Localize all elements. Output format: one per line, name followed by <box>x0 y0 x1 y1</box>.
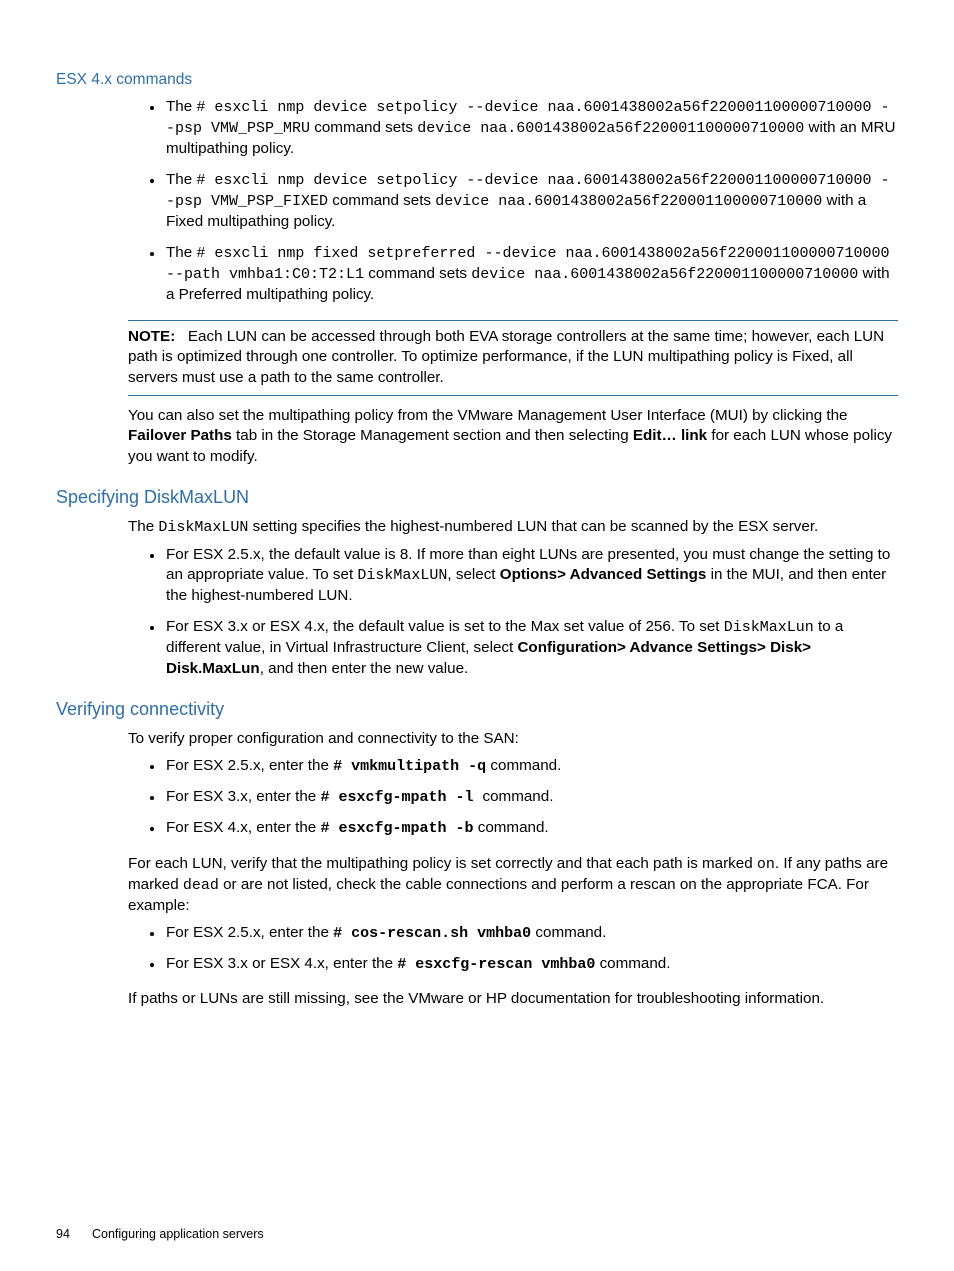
text: or are not listed, check the cable conne… <box>128 876 869 914</box>
section-heading-verifying: Verifying connectivity <box>56 697 898 721</box>
paragraph: You can also set the multipathing policy… <box>128 406 898 468</box>
text: The <box>128 518 158 535</box>
list-item: For ESX 3.x or ESX 4.x, the default valu… <box>164 617 898 679</box>
code: DiskMaxLun <box>724 619 814 636</box>
text: For ESX 3.x, enter the <box>166 788 320 805</box>
paragraph: For each LUN, verify that the multipathi… <box>128 854 898 917</box>
text: setting specifies the highest-numbered L… <box>248 518 818 535</box>
note-body: Each LUN can be accessed through both EV… <box>128 328 884 386</box>
note-label: NOTE: <box>128 328 175 345</box>
text: For ESX 3.x or ESX 4.x, the default valu… <box>166 618 724 635</box>
divider <box>128 320 898 321</box>
text: The <box>166 244 196 261</box>
code: on <box>757 856 775 873</box>
diskmaxlun-list: For ESX 2.5.x, the default value is 8. I… <box>130 545 898 680</box>
text: , and then enter the new value. <box>260 660 469 677</box>
text: command sets <box>310 119 417 136</box>
list-item: The # esxcli nmp device setpolicy --devi… <box>164 97 898 160</box>
note-block: NOTE: Each LUN can be accessed through b… <box>128 327 898 389</box>
section-heading-diskmaxlun: Specifying DiskMaxLUN <box>56 485 898 509</box>
text: command. <box>486 757 561 774</box>
list-item: For ESX 3.x or ESX 4.x, enter the # esxc… <box>164 954 898 975</box>
text: For each LUN, verify that the multipathi… <box>128 855 757 872</box>
text: command. <box>483 788 554 805</box>
text: command sets <box>364 265 471 282</box>
list-item: For ESX 2.5.x, the default value is 8. I… <box>164 545 898 607</box>
verify-command-list-2: For ESX 2.5.x, enter the # cos-rescan.sh… <box>130 923 898 976</box>
text: For ESX 2.5.x, enter the <box>166 924 333 941</box>
text: command. <box>531 924 606 941</box>
list-item: For ESX 3.x, enter the # esxcfg-mpath -l… <box>164 787 898 808</box>
page-footer: 94Configuring application servers <box>56 1226 264 1243</box>
verify-command-list-1: For ESX 2.5.x, enter the # vmkmultipath … <box>130 756 898 840</box>
footer-title: Configuring application servers <box>92 1227 264 1241</box>
text: , select <box>447 566 499 583</box>
text: command. <box>595 955 670 972</box>
paragraph: The DiskMaxLUN setting specifies the hig… <box>128 517 898 538</box>
text: tab in the Storage Management section an… <box>232 427 633 444</box>
list-item: The # esxcli nmp device setpolicy --devi… <box>164 170 898 233</box>
page-number: 94 <box>56 1226 92 1243</box>
code: device naa.6001438002a56f220001100000710… <box>417 120 804 137</box>
code: device naa.6001438002a56f220001100000710… <box>471 266 858 283</box>
subheading-esx4x: ESX 4.x commands <box>56 70 898 91</box>
list-item: The # esxcli nmp fixed setpreferred --de… <box>164 243 898 306</box>
code: DiskMaxLUN <box>357 567 447 584</box>
bold-text: Failover Paths <box>128 427 232 444</box>
text: For ESX 4.x, enter the <box>166 819 320 836</box>
code: # vmkmultipath -q <box>333 758 486 775</box>
code: # esxcfg-mpath -l <box>320 789 482 806</box>
list-item: For ESX 2.5.x, enter the # cos-rescan.sh… <box>164 923 898 944</box>
text: command. <box>474 819 549 836</box>
list-item: For ESX 2.5.x, enter the # vmkmultipath … <box>164 756 898 777</box>
text: The <box>166 171 196 188</box>
divider <box>128 395 898 396</box>
text: You can also set the multipathing policy… <box>128 407 848 424</box>
bold-text: Edit… link <box>633 427 707 444</box>
bold-text: Options> Advanced Settings <box>500 566 707 583</box>
text: command sets <box>328 192 435 209</box>
text: For ESX 3.x or ESX 4.x, enter the <box>166 955 397 972</box>
list-item: For ESX 4.x, enter the # esxcfg-mpath -b… <box>164 818 898 839</box>
paragraph: To verify proper configuration and conne… <box>128 729 898 750</box>
esx4x-command-list: The # esxcli nmp device setpolicy --devi… <box>130 97 898 306</box>
paragraph: If paths or LUNs are still missing, see … <box>128 989 898 1010</box>
code: device naa.6001438002a56f220001100000710… <box>435 193 822 210</box>
code: DiskMaxLUN <box>158 519 248 536</box>
code: # esxcfg-rescan vmhba0 <box>397 956 595 973</box>
text: For ESX 2.5.x, enter the <box>166 757 333 774</box>
code: # esxcfg-mpath -b <box>320 820 473 837</box>
code: # cos-rescan.sh vmhba0 <box>333 925 531 942</box>
text: The <box>166 98 196 115</box>
code: dead <box>183 877 219 894</box>
